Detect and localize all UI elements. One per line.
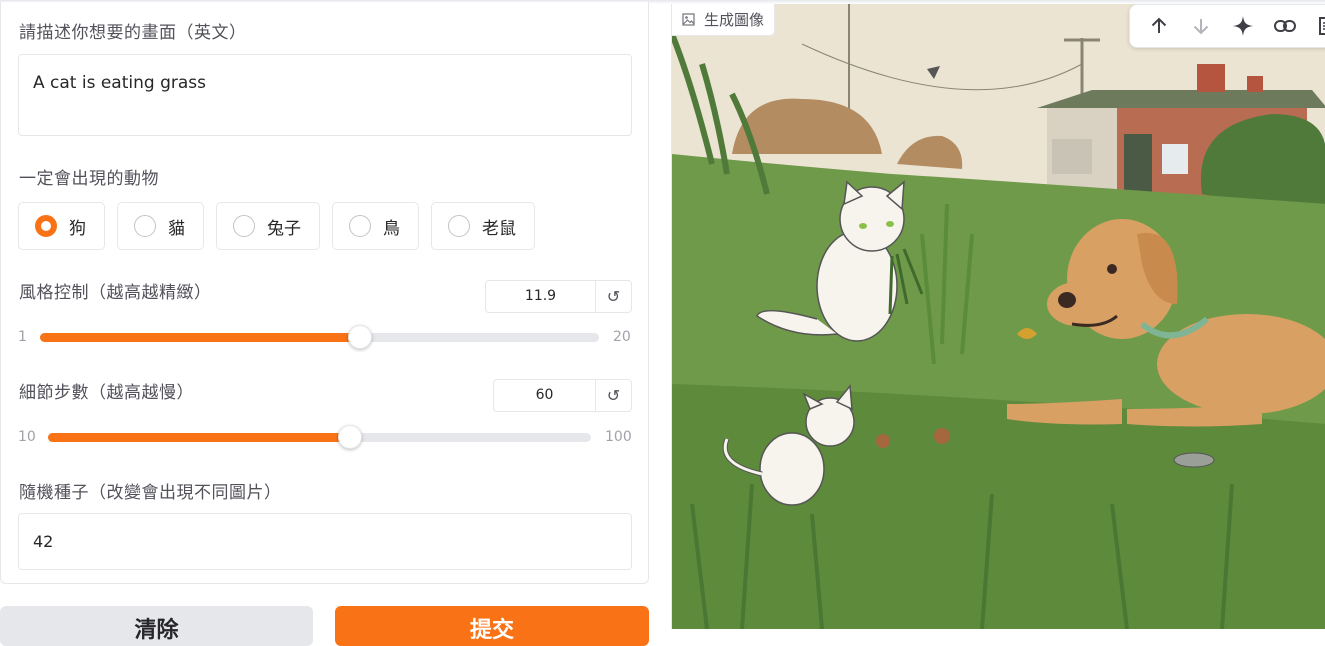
detail-steps-label: 細節步數（越高越慢） — [19, 383, 194, 403]
image-icon — [682, 13, 695, 26]
generated-image — [672, 4, 1325, 629]
seed-label: 隨機種子（改變會出現不同圖片） — [19, 483, 282, 503]
document-icon[interactable] — [1306, 4, 1325, 48]
image-toolbar — [1129, 4, 1325, 48]
submit-button[interactable]: 提交 — [335, 606, 649, 646]
link-icon[interactable] — [1264, 4, 1306, 48]
seed-input[interactable]: 42 — [18, 513, 632, 570]
radio-label: 老鼠 — [482, 218, 516, 239]
reset-icon[interactable]: ↺ — [595, 281, 631, 312]
style-control-number: 11.9 ↺ — [485, 280, 632, 313]
prompt-textarea[interactable]: A cat is eating grass — [18, 54, 632, 136]
radio-option-rabbit[interactable]: 兔子 — [216, 202, 320, 250]
slider-min-label: 10 — [18, 429, 36, 445]
output-label-text: 生成圖像 — [704, 11, 765, 29]
prompt-label: 請描述你想要的畫面（英文） — [19, 23, 247, 43]
output-image-panel: 生成圖像 — [671, 4, 1325, 629]
radio-label: 兔子 — [267, 218, 301, 239]
slider-thumb[interactable] — [348, 325, 373, 349]
radio-option-bird[interactable]: 鳥 — [332, 202, 419, 250]
slider-fill — [40, 333, 361, 342]
radio-label: 貓 — [168, 218, 185, 239]
animal-label: 一定會出現的動物 — [19, 169, 159, 189]
detail-steps-input[interactable]: 60 — [494, 380, 595, 411]
radio-label: 鳥 — [383, 218, 400, 239]
arrow-up-icon[interactable] — [1138, 4, 1180, 48]
radio-selected-icon — [35, 215, 57, 237]
clear-button[interactable]: 清除 — [0, 606, 313, 646]
slider-thumb[interactable] — [337, 425, 362, 449]
reset-icon[interactable]: ↺ — [595, 380, 631, 411]
style-control-slider[interactable] — [40, 325, 599, 349]
detail-steps-slider[interactable] — [48, 425, 591, 449]
radio-option-cat[interactable]: 貓 — [117, 202, 204, 250]
radio-label: 狗 — [69, 218, 86, 239]
slider-min-label: 1 — [18, 329, 27, 345]
radio-unselected-icon — [349, 215, 371, 237]
radio-unselected-icon — [233, 215, 255, 237]
slider-max-label: 100 — [605, 429, 632, 445]
slider-max-label: 20 — [613, 329, 631, 345]
slider-fill — [48, 433, 350, 442]
sparkle-icon[interactable] — [1222, 4, 1264, 48]
detail-steps-number: 60 ↺ — [493, 379, 632, 412]
animal-radio-group: 狗 貓 兔子 鳥 老鼠 — [18, 202, 535, 250]
radio-option-mouse[interactable]: 老鼠 — [431, 202, 535, 250]
radio-option-dog[interactable]: 狗 — [18, 202, 105, 250]
style-control-input[interactable]: 11.9 — [486, 281, 595, 312]
radio-unselected-icon — [134, 215, 156, 237]
radio-unselected-icon — [448, 215, 470, 237]
arrow-down-icon[interactable] — [1180, 4, 1222, 48]
output-label: 生成圖像 — [672, 4, 776, 36]
input-panel: 請描述你想要的畫面（英文） A cat is eating grass 一定會出… — [0, 2, 649, 584]
style-control-label: 風格控制（越高越精緻） — [19, 283, 212, 303]
